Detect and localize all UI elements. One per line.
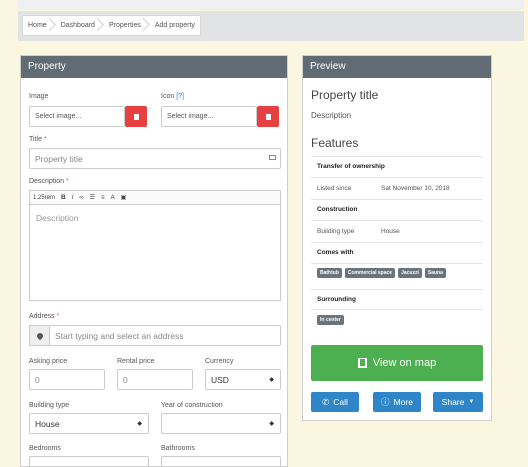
- bathrooms-label: Bathrooms: [161, 445, 195, 452]
- rental-price-label: Rental price: [117, 358, 155, 365]
- building-type-select[interactable]: House ◆: [29, 413, 149, 434]
- form-panel-title: Property: [21, 56, 287, 78]
- title-label-text: Title: [29, 136, 42, 143]
- address-label: Address *: [29, 313, 59, 320]
- icon-select-input[interactable]: Select image...: [161, 106, 257, 127]
- icon-label-text: Icon: [161, 93, 175, 100]
- title-input[interactable]: Property title: [29, 148, 281, 169]
- map-icon: [357, 358, 367, 368]
- address-label-text: Address: [29, 313, 55, 320]
- bold-icon[interactable]: B: [61, 194, 66, 201]
- comes-with-heading: Comes with: [311, 242, 483, 262]
- surrounding-tags: In center: [317, 315, 344, 325]
- info-circle-icon: ⓘ: [381, 397, 390, 407]
- currency-select[interactable]: USD ◆: [205, 369, 281, 390]
- select-arrows-icon: ◆: [269, 377, 274, 383]
- image-label: Image: [29, 93, 49, 100]
- phone-icon: ✆: [322, 396, 330, 407]
- asking-price-label: Asking price: [29, 358, 68, 365]
- card-icon: [269, 155, 276, 160]
- view-on-map-label: View on map: [372, 357, 437, 369]
- building-type-value: House: [35, 419, 60, 429]
- image-delete-button[interactable]: [125, 106, 147, 127]
- breadcrumb-properties[interactable]: Properties: [104, 16, 150, 35]
- construction-heading: Construction: [311, 199, 483, 219]
- address-pin-icon: [29, 325, 49, 346]
- icon-help-link[interactable]: [?]: [176, 93, 184, 100]
- bullet-list-icon[interactable]: ☰: [90, 194, 95, 201]
- icon-label: Icon [?]: [161, 93, 184, 100]
- year-label: Year of construction: [161, 402, 223, 409]
- breadcrumb-home[interactable]: Home: [23, 16, 56, 35]
- breadcrumb: Home Dashboard Properties Add property: [22, 15, 201, 36]
- bedrooms-input[interactable]: [29, 456, 149, 466]
- property-form-panel: Property Image Select image... Icon [?] …: [20, 55, 288, 467]
- share-button[interactable]: Share ▼: [433, 392, 483, 412]
- title-label: Title *: [29, 136, 47, 143]
- building-type-label: Building type: [29, 402, 70, 409]
- caret-down-icon: ▼: [468, 399, 475, 405]
- call-label: Call: [333, 397, 348, 407]
- image-select-input[interactable]: Select image...: [29, 106, 125, 127]
- editor-content[interactable]: Description: [30, 205, 280, 231]
- asking-price-input[interactable]: 0: [29, 369, 105, 390]
- map-pin-icon: [35, 331, 44, 340]
- trash-icon: [265, 113, 271, 120]
- listed-row: Listed since Sat November 10, 2018: [311, 177, 483, 199]
- required-mark: *: [56, 313, 60, 320]
- surrounding-heading: Surrounding: [311, 289, 483, 309]
- select-arrows-icon: ◆: [137, 421, 142, 427]
- bathrooms-input[interactable]: [161, 456, 281, 466]
- currency-label: Currency: [205, 358, 234, 365]
- call-button[interactable]: ✆ Call: [311, 392, 359, 412]
- font-size-dropdown[interactable]: 1.25rem: [33, 195, 55, 201]
- required-mark: *: [43, 136, 47, 143]
- features-heading: Features: [311, 136, 359, 150]
- more-button[interactable]: ⓘ More: [373, 392, 421, 412]
- required-mark: *: [65, 178, 69, 185]
- background-color-icon[interactable]: ▣: [121, 194, 127, 201]
- trash-icon: [133, 113, 139, 120]
- preview-panel: Preview Property title Description Featu…: [302, 55, 492, 421]
- select-arrows-icon: ◆: [269, 421, 274, 427]
- year-select[interactable]: ◆: [161, 413, 281, 434]
- italic-icon[interactable]: I: [72, 195, 74, 201]
- link-icon[interactable]: ∞: [79, 195, 83, 201]
- preview-description: Description: [311, 111, 352, 120]
- listed-label: Listed since: [317, 185, 352, 192]
- rental-price-input[interactable]: 0: [117, 369, 193, 390]
- icon-delete-button[interactable]: [257, 106, 279, 127]
- building-type-row: Building type House: [311, 220, 483, 242]
- editor-toolbar: 1.25rem B I ∞ ☰ ≡ A ▣: [30, 191, 280, 205]
- currency-value: USD: [211, 375, 229, 385]
- building-type-value: House: [381, 228, 400, 235]
- top-bar: [18, 0, 524, 10]
- building-type-label: Building type: [317, 228, 355, 235]
- description-label: Description *: [29, 178, 69, 185]
- tag: In center: [317, 315, 344, 325]
- text-color-icon[interactable]: A: [111, 195, 115, 201]
- description-label-text: Description: [29, 178, 65, 185]
- view-on-map-button[interactable]: View on map: [311, 345, 483, 381]
- address-input[interactable]: Start typing and select an address: [49, 325, 281, 346]
- tag: Bathtub: [317, 268, 342, 278]
- breadcrumb-add-property: Add property: [154, 22, 195, 29]
- preview-panel-title: Preview: [303, 56, 491, 78]
- description-editor[interactable]: 1.25rem B I ∞ ☰ ≡ A ▣ Description: [29, 190, 281, 301]
- bedrooms-label: Bedrooms: [29, 445, 61, 452]
- listed-value: Sat November 10, 2018: [381, 185, 450, 192]
- tag: Commercial space: [344, 268, 396, 278]
- preview-title: Property title: [311, 88, 379, 102]
- numbered-list-icon[interactable]: ≡: [101, 195, 105, 201]
- breadcrumb-dashboard[interactable]: Dashboard: [56, 16, 104, 35]
- transfer-heading: Transfer of ownership: [311, 156, 483, 176]
- tag: Sauna: [424, 268, 446, 278]
- share-label: Share: [441, 397, 465, 407]
- comes-with-tags: Bathtub Commercial space Jacuzzi Sauna: [317, 268, 446, 278]
- tag: Jacuzzi: [398, 268, 422, 278]
- more-label: More: [393, 397, 413, 407]
